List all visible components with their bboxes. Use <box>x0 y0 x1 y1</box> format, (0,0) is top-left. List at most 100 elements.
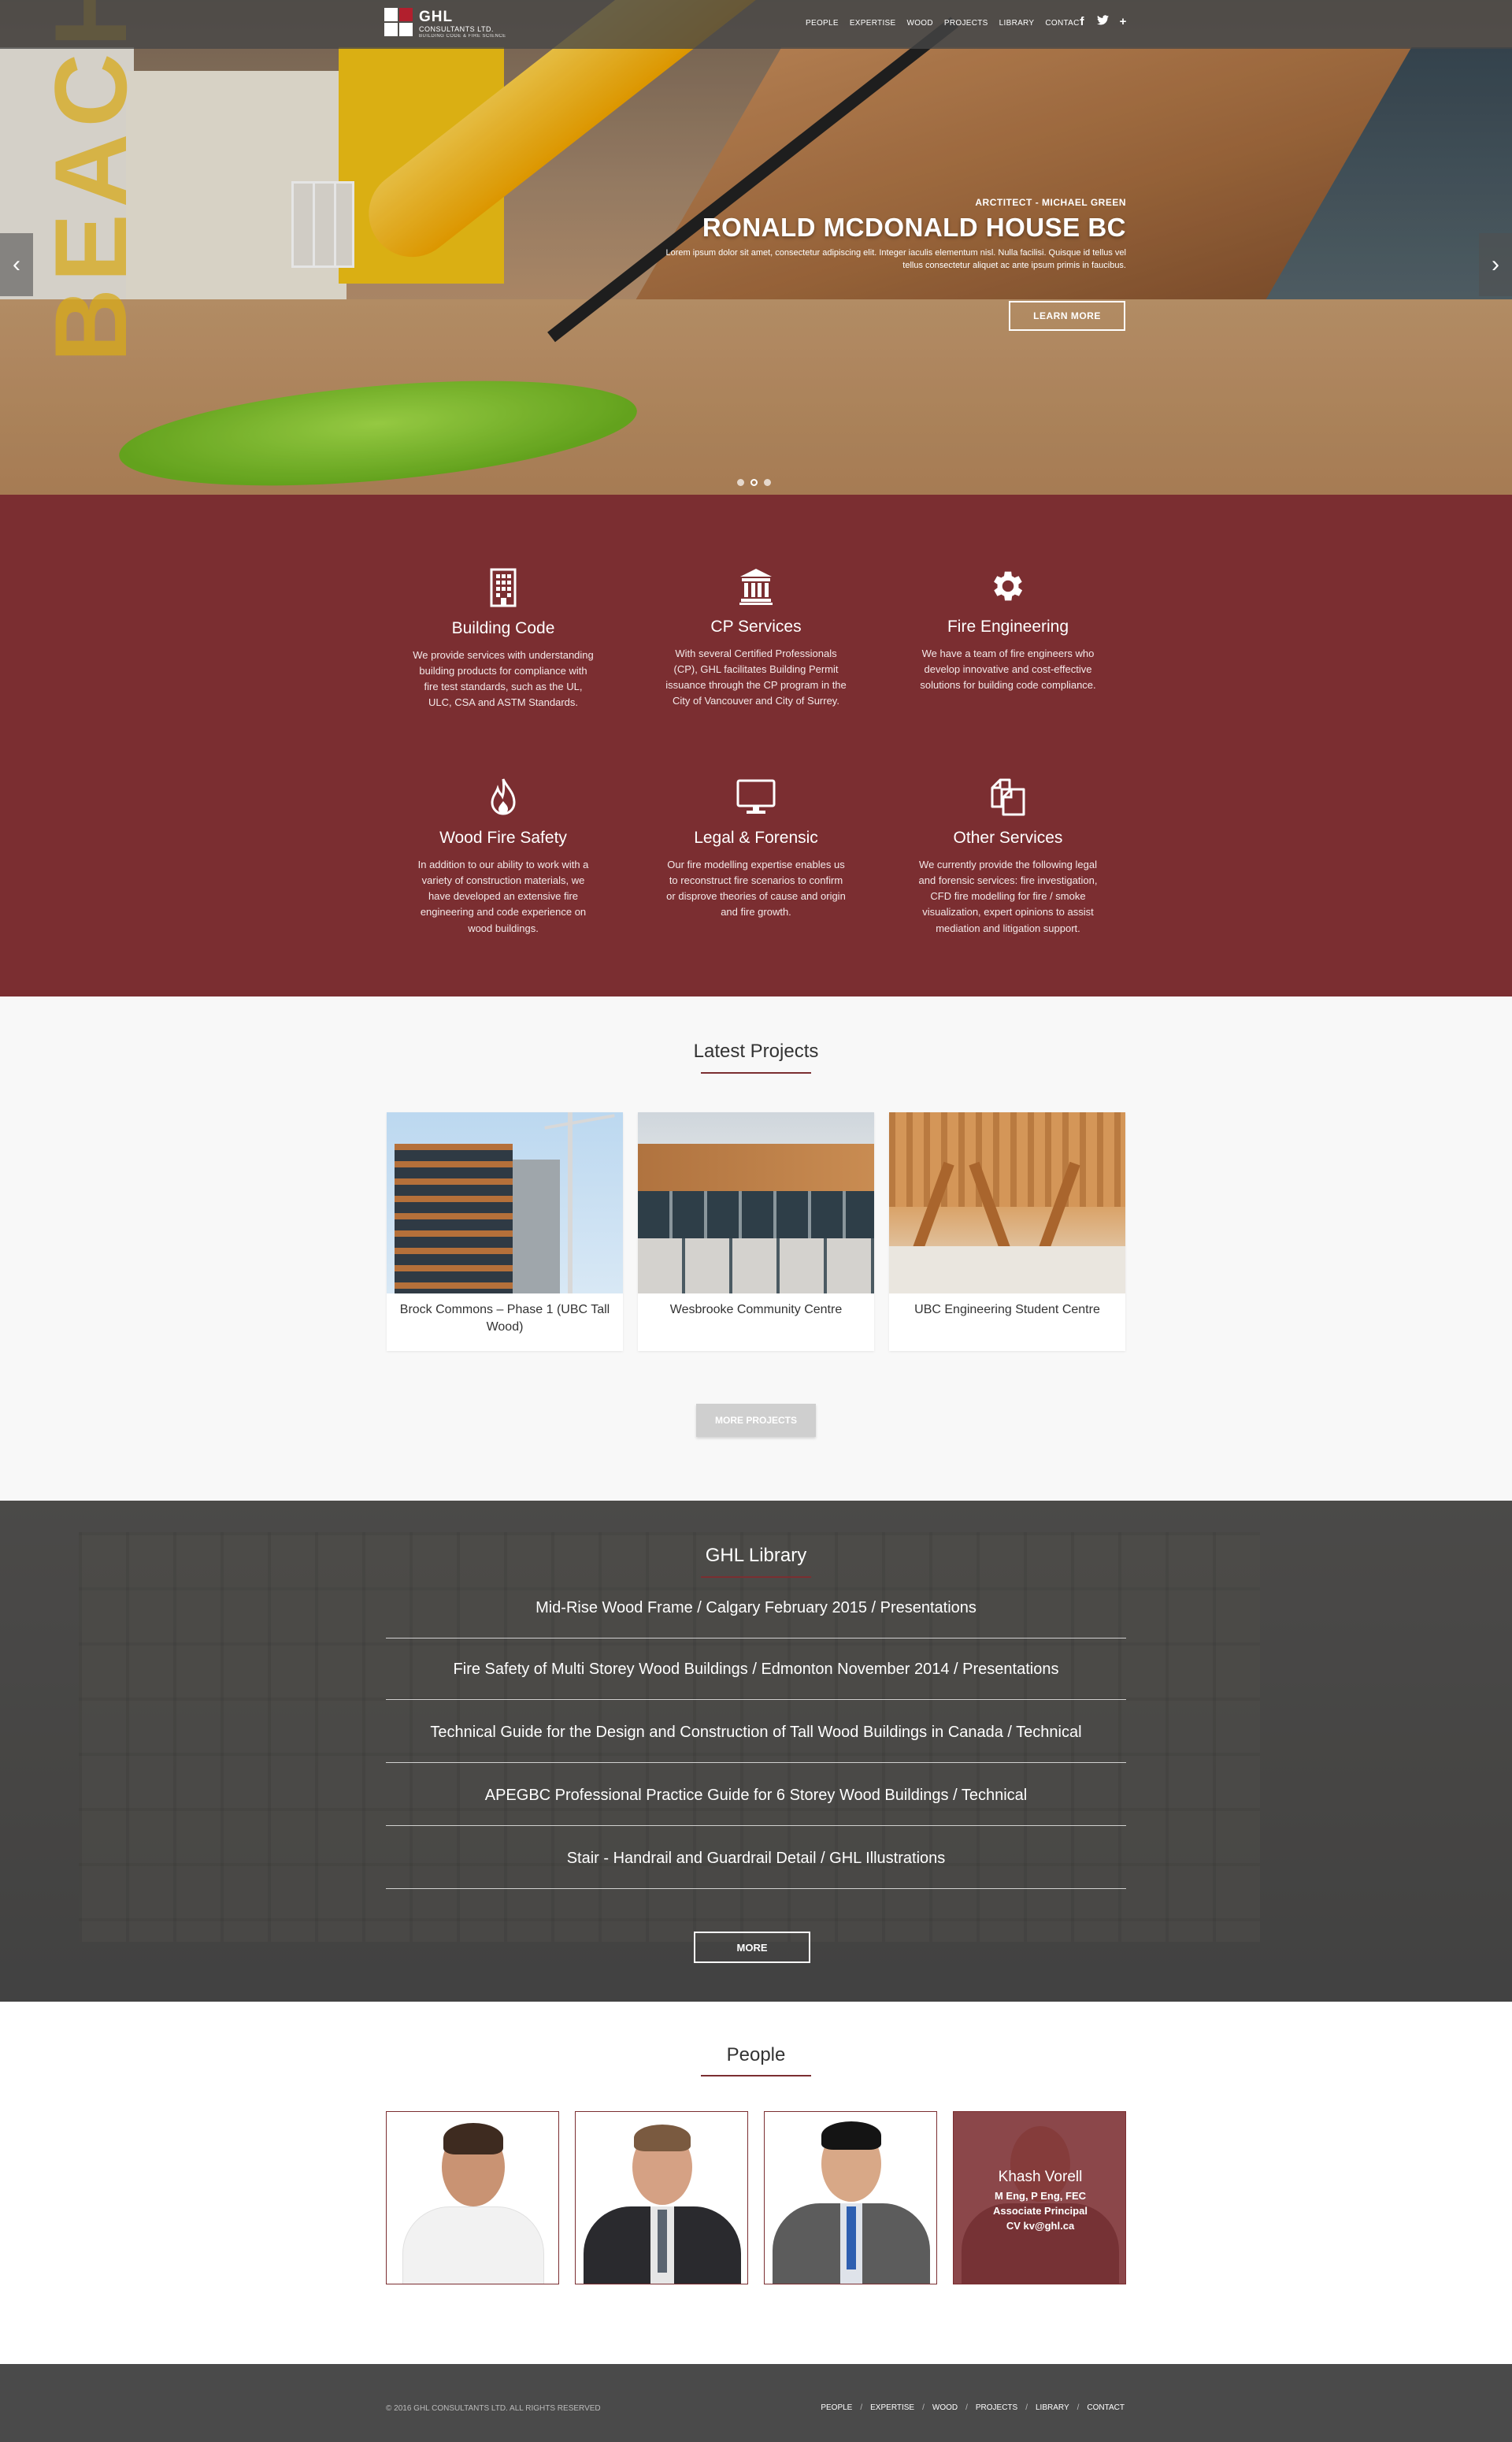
logo-mark-icon <box>384 8 414 39</box>
service-text: With several Certified Professionals (CP… <box>665 648 847 707</box>
nav-library[interactable]: LIBRARY <box>994 19 1040 28</box>
nav-expertise[interactable]: EXPERTISE <box>844 19 902 28</box>
project-card[interactable]: UBC Engineering Student Centre <box>889 1112 1125 1351</box>
copyright: © 2016 GHL CONSULTANTS LTD. ALL RIGHTS R… <box>386 2404 601 2413</box>
service-text: Our fire modelling expertise enables us … <box>666 859 846 919</box>
library-item[interactable]: Fire Safety of Multi Storey Wood Buildin… <box>386 1661 1126 1700</box>
carousel-next-button[interactable]: › <box>1479 233 1512 296</box>
carousel-dot-active[interactable] <box>750 479 758 486</box>
footer-separator: / <box>1077 2403 1080 2412</box>
library-item[interactable]: Technical Guide for the Design and Const… <box>386 1724 1126 1763</box>
project-image <box>889 1112 1125 1293</box>
footer-nav-wood[interactable]: WOOD <box>932 2403 958 2412</box>
service-legal-forensic: Legal & Forensic Our fire modelling expe… <box>665 775 847 921</box>
footer-nav-library[interactable]: LIBRARY <box>1036 2403 1069 2412</box>
bank-icon <box>665 564 847 608</box>
social-links: f + <box>1076 15 1129 28</box>
site-footer: © 2016 GHL CONSULTANTS LTD. ALL RIGHTS R… <box>0 2364 1512 2442</box>
project-caption: UBC Engineering Student Centre <box>914 1303 1100 1316</box>
service-name: CP Services <box>710 618 802 636</box>
project-card[interactable]: Brock Commons – Phase 1 (UBC Tall Wood) <box>387 1112 623 1351</box>
twitter-icon[interactable] <box>1096 15 1109 28</box>
site-header: GHL CONSULTANTS LTD. BUILDING CODE & FIR… <box>0 0 1512 49</box>
person-card[interactable] <box>386 2111 559 2284</box>
person-name: Khash Vorell <box>998 2169 1083 2185</box>
carousel-prev-button[interactable]: ‹ <box>0 233 33 296</box>
footer-nav-expertise[interactable]: EXPERTISE <box>870 2403 914 2412</box>
projects-title: Latest Projects <box>693 1041 819 1062</box>
library-title-underline <box>701 1576 811 1578</box>
project-caption: Brock Commons – Phase 1 (UBC Tall Wood) <box>399 1303 610 1334</box>
library-more-button[interactable]: MORE <box>694 1932 810 1963</box>
footer-nav-projects[interactable]: PROJECTS <box>976 2403 1017 2412</box>
library-section: GHL Library Mid-Rise Wood Frame / Calgar… <box>0 1501 1512 2002</box>
nav-projects[interactable]: PROJECTS <box>939 19 994 28</box>
service-text: We currently provide the following legal… <box>918 859 1098 934</box>
service-cp-services: CP Services With several Certified Profe… <box>665 564 847 710</box>
flame-icon <box>413 775 594 819</box>
person-photo <box>576 2112 747 2284</box>
service-name: Wood Fire Safety <box>439 829 567 847</box>
logo[interactable]: GHL CONSULTANTS LTD. BUILDING CODE & FIR… <box>384 8 506 39</box>
monitor-icon <box>665 775 847 819</box>
carousel-dots <box>737 479 771 486</box>
people-title-underline <box>701 2075 811 2076</box>
person-card[interactable] <box>764 2111 937 2284</box>
person-card-highlighted[interactable]: Khash Vorell M Eng, P Eng, FEC Associate… <box>953 2111 1126 2284</box>
copy-icon <box>917 775 1099 819</box>
library-item[interactable]: Stair - Handrail and Guardrail Detail / … <box>386 1850 1126 1889</box>
person-credentials: M Eng, P Eng, FEC <box>994 2190 1087 2202</box>
nav-people[interactable]: PEOPLE <box>800 19 844 28</box>
footer-separator: / <box>965 2403 968 2412</box>
service-name: Building Code <box>451 619 555 637</box>
hero-carousel: BEACH ARCTITECT - MICHAEL GREEN RONALD M… <box>0 0 1512 495</box>
person-info: Khash Vorell M Eng, P Eng, FEC Associate… <box>954 2169 1125 2234</box>
nav-wood[interactable]: WOOD <box>901 19 938 28</box>
hero-caption: ARCTITECT - MICHAEL GREEN RONALD MCDONAL… <box>654 197 1126 273</box>
library-title: GHL Library <box>705 1545 807 1566</box>
learn-more-button[interactable]: LEARN MORE <box>1009 301 1125 331</box>
footer-separator: / <box>860 2403 863 2412</box>
project-caption: Wesbrooke Community Centre <box>669 1303 843 1316</box>
footer-separator: / <box>922 2403 925 2412</box>
service-fire-engineering: Fire Engineering We have a team of fire … <box>917 564 1099 693</box>
people-title: People <box>726 2044 786 2065</box>
services-section: Building Code We provide services with u… <box>0 495 1512 996</box>
footer-nav-people[interactable]: PEOPLE <box>821 2403 852 2412</box>
facebook-icon[interactable]: f <box>1076 15 1088 28</box>
project-image <box>387 1112 623 1293</box>
library-item[interactable]: Mid-Rise Wood Frame / Calgary February 2… <box>386 1599 1126 1639</box>
chevron-right-icon: › <box>1492 251 1499 277</box>
logo-name: GHL <box>419 8 454 25</box>
hero-kicker: ARCTITECT - MICHAEL GREEN <box>975 197 1126 208</box>
person-photo <box>765 2112 936 2284</box>
footer-nav-contact[interactable]: CONTACT <box>1087 2403 1125 2412</box>
logo-subtitle: CONSULTANTS LTD. <box>419 24 495 33</box>
service-wood-fire-safety: Wood Fire Safety In addition to our abil… <box>413 775 594 937</box>
person-photo <box>387 2112 558 2284</box>
service-name: Other Services <box>953 829 1063 847</box>
footer-nav: PEOPLE / EXPERTISE / WOOD / PROJECTS / L… <box>821 2403 1125 2412</box>
gear-icon <box>917 564 1099 608</box>
library-item[interactable]: APEGBC Professional Practice Guide for 6… <box>386 1787 1126 1826</box>
carousel-dot[interactable] <box>764 479 771 486</box>
main-nav: PEOPLE EXPERTISE WOOD PROJECTS LIBRARY C… <box>800 19 1090 28</box>
footer-separator: / <box>1025 2403 1028 2412</box>
project-card[interactable]: Wesbrooke Community Centre <box>638 1112 874 1351</box>
people-section: People Khash Vorell M Eng, P Eng, FEC As… <box>0 2002 1512 2364</box>
building-icon <box>413 566 594 610</box>
service-name: Fire Engineering <box>947 618 1069 636</box>
person-card[interactable] <box>575 2111 748 2284</box>
person-cv-email[interactable]: CV kv@ghl.ca <box>954 2219 1125 2234</box>
service-other-services: Other Services We currently provide the … <box>917 775 1099 937</box>
hero-title: RONALD MCDONALD HOUSE BC <box>702 213 1126 242</box>
service-text: We have a team of fire engineers who dev… <box>920 648 1096 692</box>
carousel-dot[interactable] <box>737 479 744 486</box>
chevron-left-icon: ‹ <box>13 251 20 277</box>
plus-icon[interactable]: + <box>1117 15 1129 28</box>
hero-description: Lorem ipsum dolor sit amet, consectetur … <box>665 248 1126 270</box>
project-image <box>638 1112 874 1293</box>
service-text: We provide services with understanding b… <box>413 649 594 709</box>
logo-tagline: BUILDING CODE & FIRE SCIENCE <box>419 33 506 39</box>
more-projects-button[interactable]: MORE PROJECTS <box>696 1404 816 1437</box>
